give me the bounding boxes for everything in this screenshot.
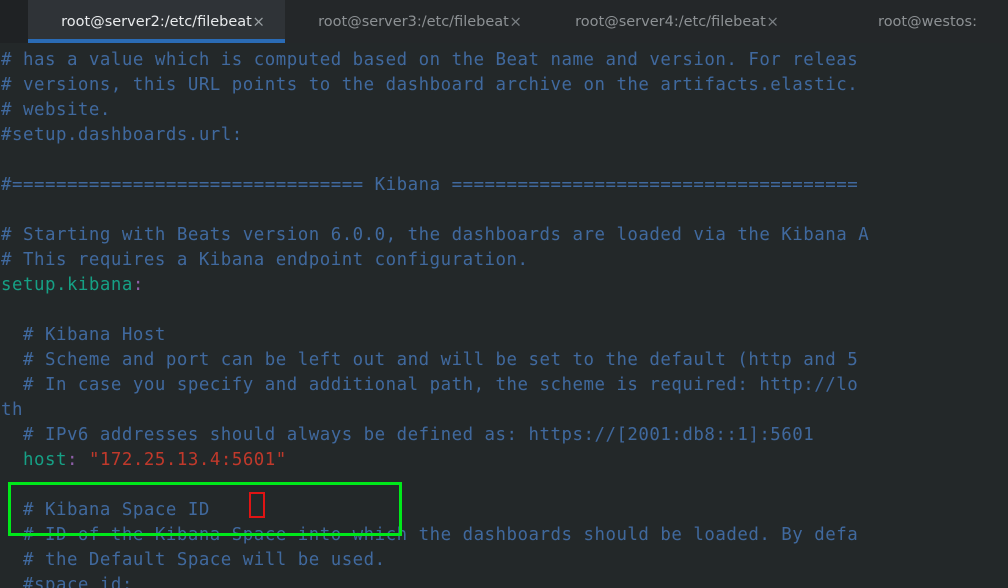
terminal-comment-line: #space_id: [1, 575, 133, 588]
tab-close-icon[interactable]: × [252, 14, 265, 29]
terminal-comment-line: th [1, 400, 23, 420]
terminal-text-area: # has a value which is computed based on… [0, 48, 1008, 588]
terminal-comment-line: # Starting with Beats version 6.0.0, the… [1, 225, 870, 245]
terminal-body[interactable]: # has a value which is computed based on… [0, 43, 1008, 588]
tab-title: root@server3:/etc/filebeat [318, 13, 509, 30]
config-key: setup.kibana [1, 275, 133, 295]
terminal-tab-3[interactable]: root@server4:/etc/filebeat × [542, 0, 799, 43]
host-key: host [22, 450, 67, 470]
terminal-comment-line: # Scheme and port can be left out and wi… [1, 350, 859, 370]
terminal-tab-4[interactable]: root@westos: [799, 0, 1008, 43]
terminal-comment-line: # This requires a Kibana endpoint config… [1, 250, 529, 270]
terminal-comment-line: # has a value which is computed based on… [1, 50, 859, 70]
host-colon: : [66, 450, 78, 470]
tab-close-icon[interactable]: × [509, 14, 522, 29]
terminal-comment-line: #================================ Kibana… [1, 175, 859, 195]
terminal-comment-line: #setup.dashboards.url: [1, 125, 243, 145]
terminal-tab-1[interactable]: root@server2:/etc/filebeat × [28, 0, 285, 43]
terminal-comment-line: # versions, this URL points to the dashb… [1, 75, 859, 95]
host-space [78, 450, 89, 470]
terminal-comment-line: # Kibana Host [1, 325, 166, 345]
terminal-comment-line: # Kibana Space ID [1, 500, 210, 520]
tab-title: root@westos: [878, 13, 977, 30]
terminal-comment-line: # website. [1, 100, 111, 120]
tab-title: root@server2:/etc/filebeat [61, 13, 252, 30]
tab-title: root@server4:/etc/filebeat [575, 13, 766, 30]
terminal-comment-line: # In case you specify and additional pat… [1, 375, 859, 395]
terminal-comment-line: # IPv6 addresses should always be define… [1, 425, 815, 445]
config-colon: : [132, 275, 144, 295]
terminal-line: host: "172.25.13.4:5601" [0, 448, 1008, 473]
tab-bar-left-spacer [0, 0, 28, 43]
terminal-tab-2[interactable]: root@server3:/etc/filebeat × [285, 0, 542, 43]
tab-close-icon[interactable]: × [766, 14, 779, 29]
terminal-comment-line: # the Default Space will be used. [1, 550, 386, 570]
host-value: "172.25.13.4:5601" [88, 450, 287, 470]
terminal-comment-line: # ID of the Kibana Space into which the … [1, 525, 859, 545]
terminal-line: setup.kibana: [0, 273, 1008, 298]
terminal-tab-bar: root@server2:/etc/filebeat × root@server3:… [0, 0, 1008, 43]
